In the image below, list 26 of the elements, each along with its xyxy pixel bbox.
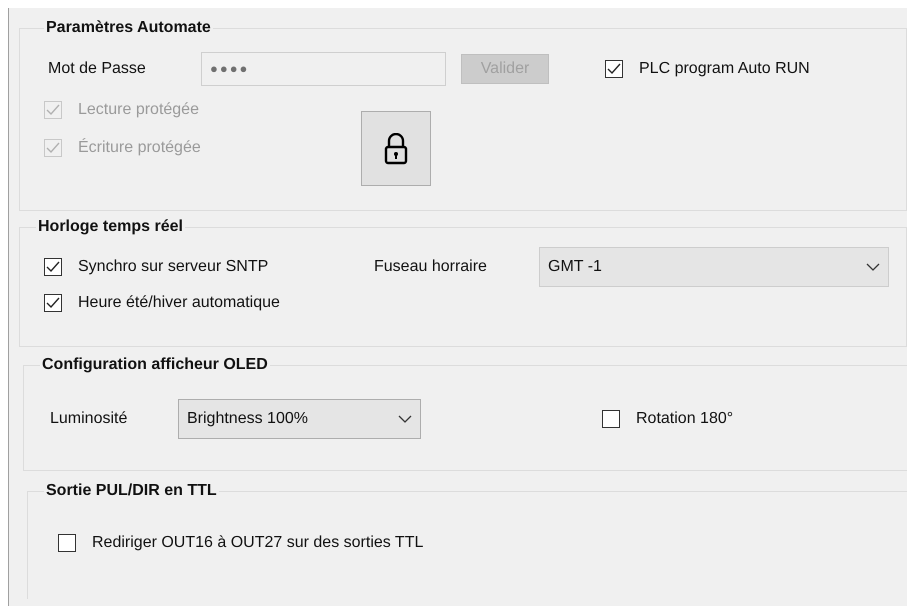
checkbox-label: Lecture protégée: [78, 100, 199, 120]
chevron-down-icon: [866, 263, 880, 271]
checkbox[interactable]: [58, 534, 76, 552]
group-title: Paramètres Automate: [45, 18, 212, 38]
checkbox-label: Rediriger OUT16 à OUT27 sur des sorties TTL: [92, 533, 424, 553]
checkbox-label: Rotation 180°: [636, 409, 734, 429]
field-label: Mot de Passe: [47, 59, 147, 79]
brightness-dropdown[interactable]: Brightness 100%: [178, 399, 421, 439]
lock-icon: [384, 132, 408, 164]
checkbox[interactable]: [44, 294, 62, 312]
group-title: Configuration afficheur OLED: [41, 355, 269, 375]
password-field[interactable]: ●●●●: [201, 52, 446, 86]
lock-button[interactable]: [361, 111, 431, 186]
checkbox[interactable]: [605, 60, 623, 78]
checkbox[interactable]: [602, 410, 620, 428]
timezone-dropdown[interactable]: GMT -1: [539, 247, 889, 287]
checkbox[interactable]: [44, 258, 62, 276]
checkbox-label: PLC program Auto RUN: [639, 59, 810, 79]
checkbox-label: Synchro sur serveur SNTP: [78, 257, 268, 277]
field-label: Fuseau horraire: [374, 257, 488, 277]
chevron-down-icon: [398, 415, 412, 423]
group-title: Sortie PUL/DIR en TTL: [45, 481, 218, 501]
group-title: Horloge temps réel: [37, 217, 184, 237]
checkbox-label: Heure été/hiver automatique: [78, 293, 280, 313]
checkbox-label: Écriture protégée: [78, 137, 201, 158]
field-label: Luminosité: [50, 409, 128, 429]
